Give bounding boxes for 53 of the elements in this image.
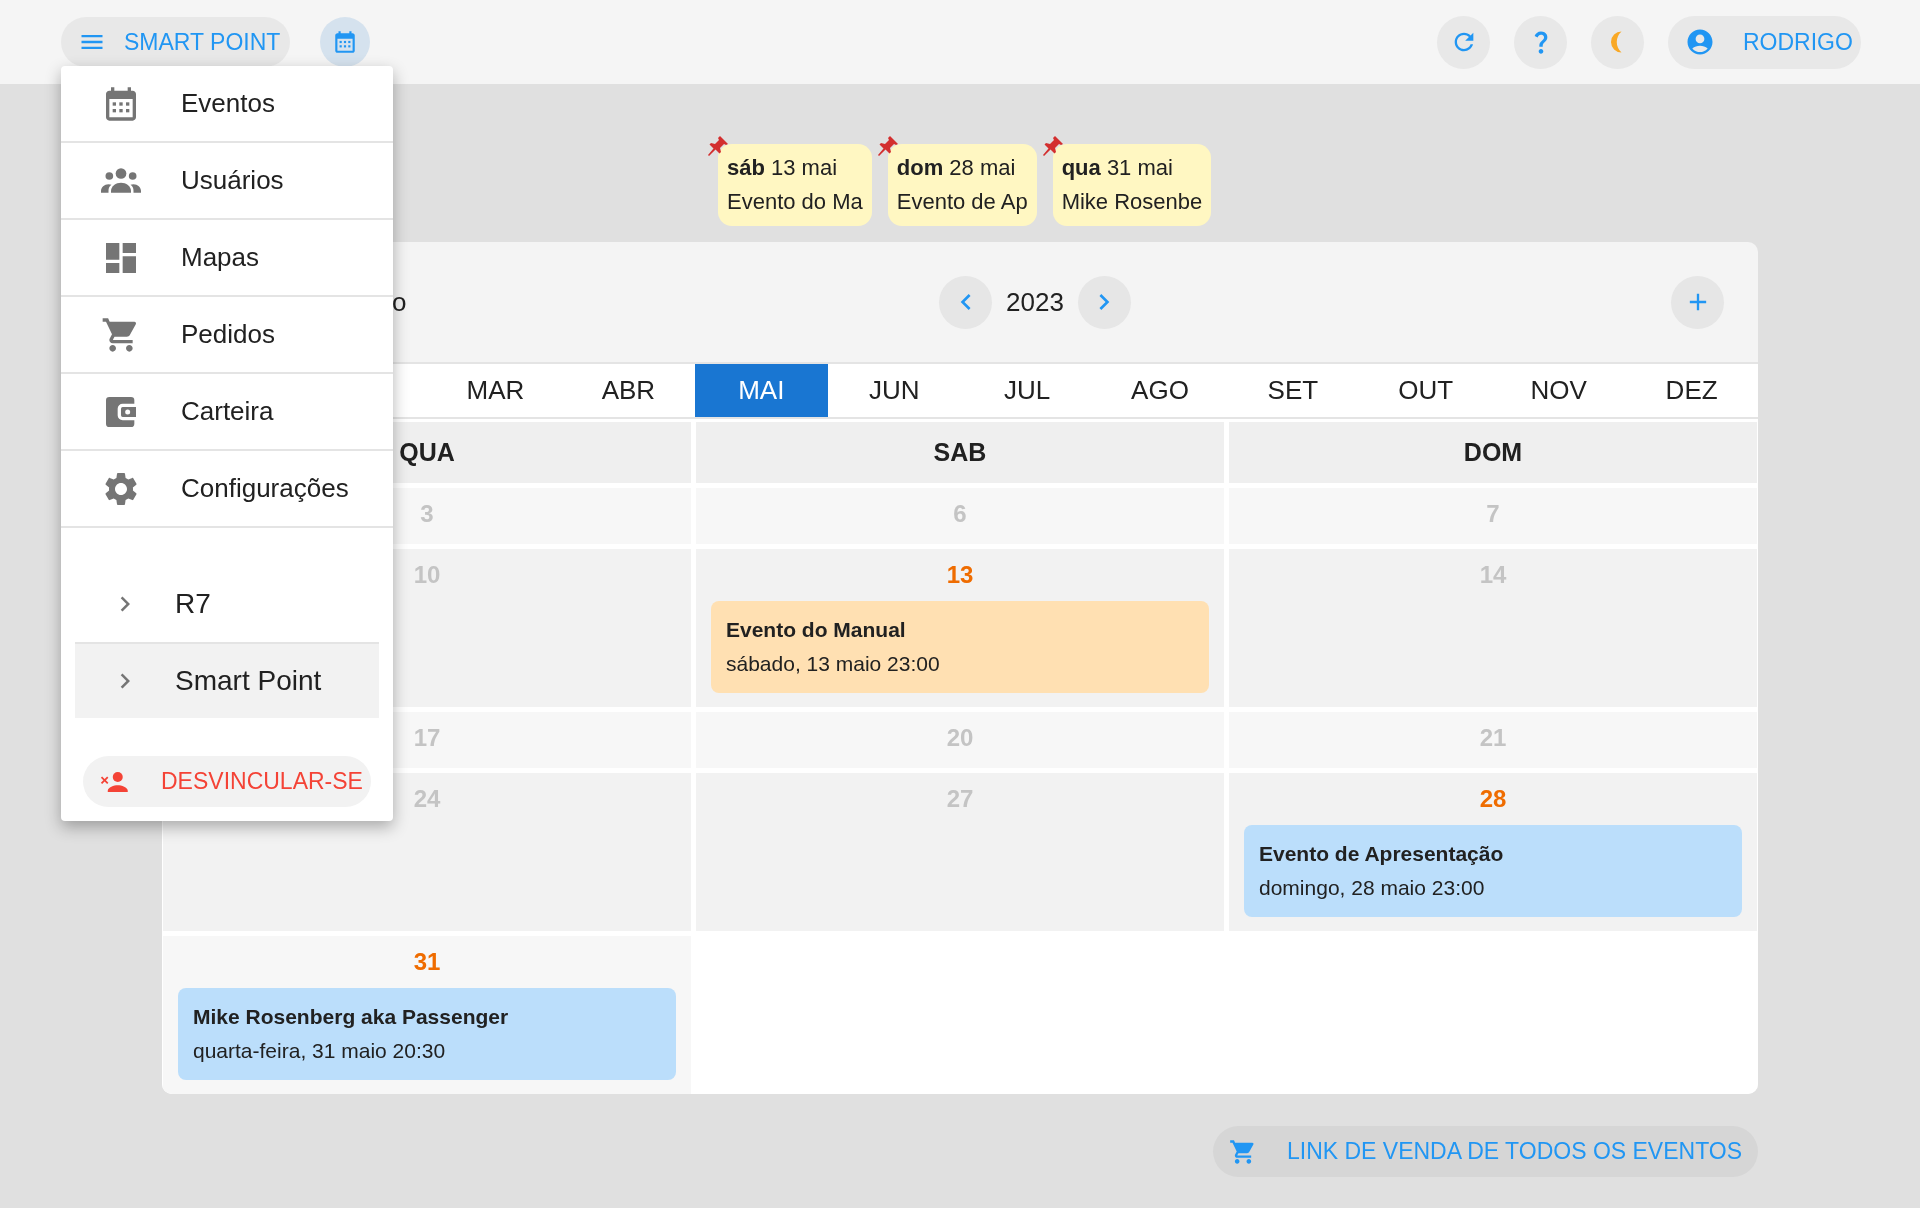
pushpin-icon: [875, 134, 900, 158]
day-number: 13: [946, 560, 974, 590]
note-date: dom 28 mai: [896, 154, 1017, 182]
weekday-header: SAB: [696, 422, 1224, 483]
menu-group-item[interactable]: R7: [75, 566, 379, 642]
menu-item[interactable]: Usuários: [61, 143, 393, 220]
calendar-button[interactable]: [320, 17, 370, 67]
month-tab[interactable]: MAI: [694, 364, 828, 417]
month-tab[interactable]: OUT: [1359, 364, 1493, 417]
event-card[interactable]: Evento do Manual sábado, 13 maio 23:00: [711, 601, 1209, 693]
event-title: Evento do Manual: [726, 617, 907, 643]
note-date: qua 31 mai: [1061, 154, 1174, 182]
note-title: Evento do Ma: [727, 188, 863, 216]
menu-group-item[interactable]: Smart Point: [75, 642, 379, 718]
day-number: 28: [1479, 784, 1507, 814]
event-time: quarta-feira, 31 maio 20:30: [193, 1038, 447, 1064]
note-title: Evento de Ap: [896, 188, 1028, 216]
event-title: Mike Rosenberg aka Passenger: [193, 1004, 510, 1030]
dark-mode-button[interactable]: [1591, 15, 1644, 69]
event-card[interactable]: Mike Rosenberg aka Passenger quarta-feira, 31 maio 20:30: [178, 988, 676, 1080]
refresh-button[interactable]: [1437, 15, 1490, 69]
event-card[interactable]: Evento de Apresentação domingo, 28 maio 23:00: [1244, 825, 1742, 917]
day-number: 31: [413, 947, 441, 977]
event-title: Evento de Apresentação: [1259, 841, 1505, 867]
menu-item[interactable]: Carteira: [61, 374, 393, 451]
event-time: domingo, 28 maio 23:00: [1259, 875, 1486, 901]
month-tab[interactable]: JUL: [960, 364, 1094, 417]
calendar-icon: [332, 29, 358, 55]
year-label: 2023: [1006, 285, 1064, 319]
menu-item[interactable]: Pedidos: [61, 297, 393, 374]
help-button[interactable]: [1514, 15, 1567, 69]
menu-item[interactable]: Mapas: [61, 220, 393, 297]
month-tab[interactable]: JUN: [827, 364, 961, 417]
menu-item[interactable]: Eventos: [61, 66, 393, 143]
pinned-event-note[interactable]: qua 31 mai Mike Rosenbe: [1052, 144, 1212, 226]
pushpin-icon: [1040, 134, 1065, 158]
add-event-button[interactable]: [1671, 275, 1724, 329]
pinned-event-note[interactable]: sáb 13 mai Evento do Ma: [718, 144, 872, 226]
note-date: sáb 13 mai: [727, 154, 839, 182]
calendar-title: o: [392, 285, 407, 319]
month-tab[interactable]: ABR: [561, 364, 695, 417]
month-tab[interactable]: AGO: [1093, 364, 1227, 417]
month-tab[interactable]: MAR: [429, 364, 562, 417]
menu-item[interactable]: Configurações: [61, 451, 393, 528]
weekday-header: DOM: [1229, 422, 1757, 483]
month-tab[interactable]: DEZ: [1625, 364, 1758, 417]
month-tab[interactable]: SET: [1226, 364, 1360, 417]
pushpin-icon: [706, 134, 730, 158]
month-tab[interactable]: NOV: [1492, 364, 1626, 417]
pinned-event-note[interactable]: dom 28 mai Evento de Ap: [887, 144, 1037, 226]
account-icon: [1685, 27, 1715, 57]
event-time: sábado, 13 maio 23:00: [726, 651, 941, 677]
note-title: Mike Rosenbe: [1061, 188, 1203, 216]
